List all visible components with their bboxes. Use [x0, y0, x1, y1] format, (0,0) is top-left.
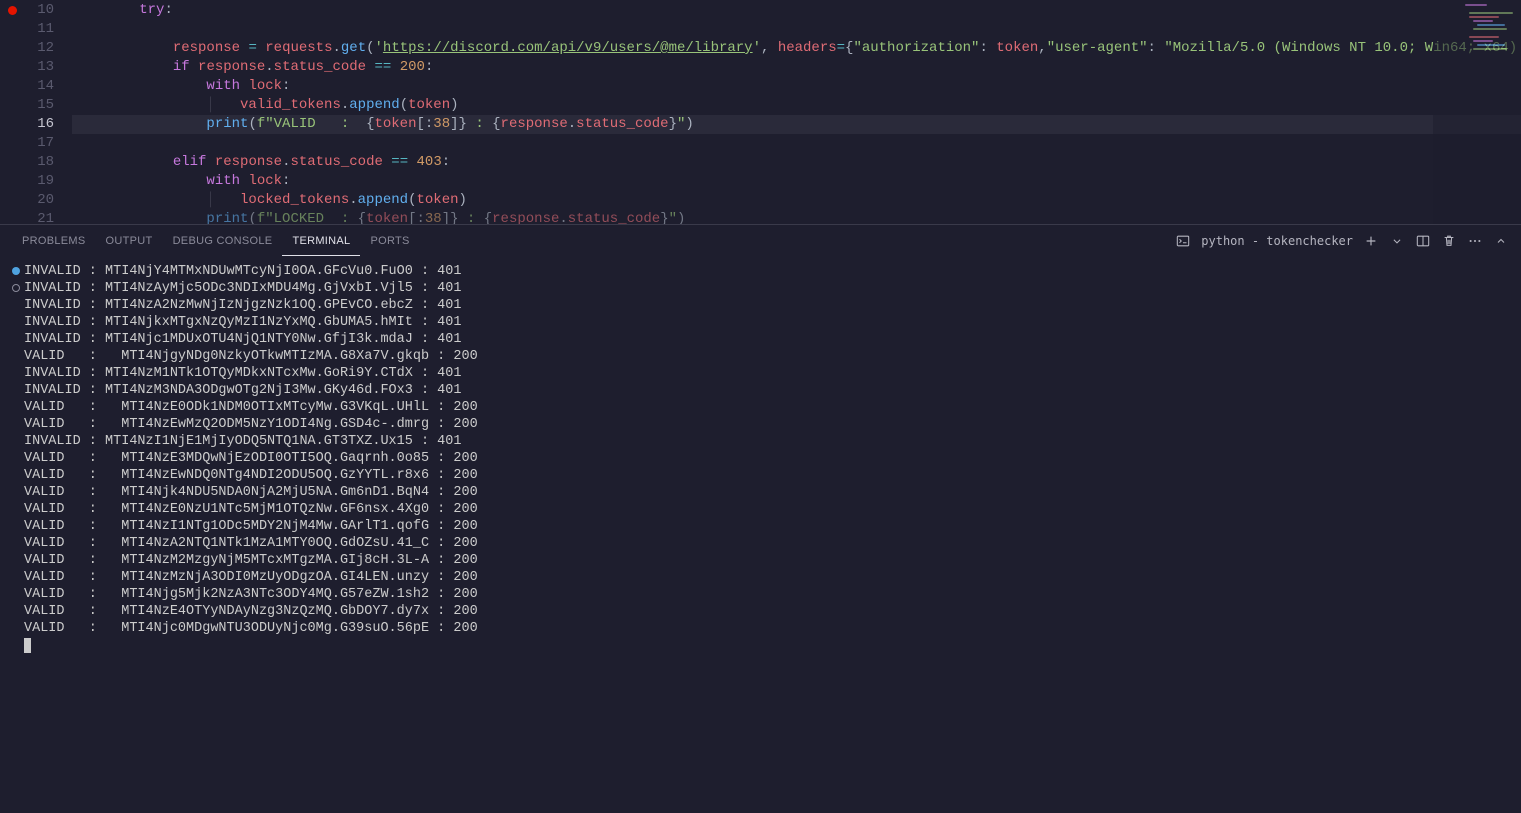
code-line[interactable]: if response.status_code == 200:: [72, 58, 1521, 77]
line-number[interactable]: 19: [0, 172, 54, 191]
panel-tabs: PROBLEMS OUTPUT DEBUG CONSOLE TERMINAL P…: [0, 225, 1521, 257]
maximize-panel-icon[interactable]: [1493, 233, 1509, 249]
code-editor[interactable]: 101112131415161718192021 try: response =…: [0, 0, 1521, 224]
terminal-output[interactable]: INVALID : MTI4NjY4MTMxNDUwMTcyNjI0OA.GFc…: [0, 257, 1521, 813]
line-number[interactable]: 13: [0, 58, 54, 77]
terminal-line: VALID : MTI4NzEwMzQ2ODM5NzY1ODI4Ng.GSD4c…: [12, 416, 1509, 433]
line-gutter[interactable]: 101112131415161718192021: [0, 0, 72, 224]
terminal-line: VALID : MTI4NzE0ODk1NDM0OTIxMTcyMw.G3VKq…: [12, 399, 1509, 416]
new-terminal-icon[interactable]: [1363, 233, 1379, 249]
terminal-line: VALID : MTI4NzEwNDQ0NTg4NDI2ODU5OQ.GzYYT…: [12, 467, 1509, 484]
line-number[interactable]: 20: [0, 191, 54, 210]
status-dot-icon: [12, 267, 20, 275]
tab-problems[interactable]: PROBLEMS: [12, 227, 96, 255]
terminal-cursor-line[interactable]: [12, 637, 1509, 654]
terminal-line: VALID : MTI4NzI1NTg1ODc5MDY2NjM4Mw.GArlT…: [12, 518, 1509, 535]
bottom-panel: PROBLEMS OUTPUT DEBUG CONSOLE TERMINAL P…: [0, 224, 1521, 813]
terminal-line: VALID : MTI4NjgyNDg0NzkyOTkwMTIzMA.G8Xa7…: [12, 348, 1509, 365]
terminal-line: VALID : MTI4Njk4NDU5NDA0NjA2MjU5NA.Gm6nD…: [12, 484, 1509, 501]
line-number[interactable]: 12: [0, 39, 54, 58]
line-number[interactable]: 15: [0, 96, 54, 115]
terminal-line: INVALID : MTI4NjkxMTgxNzQyMzI1NzYxMQ.GbU…: [12, 314, 1509, 331]
terminal-line: VALID : MTI4NzE0NzU1NTc5MjM1OTQzNw.GF6ns…: [12, 501, 1509, 518]
tab-ports[interactable]: PORTS: [360, 227, 419, 255]
code-line[interactable]: [72, 20, 1521, 39]
tab-debug-console[interactable]: DEBUG CONSOLE: [163, 227, 283, 255]
tab-output[interactable]: OUTPUT: [96, 227, 163, 255]
panel-toolbar: python - tokenchecker: [1175, 233, 1509, 249]
terminal-line: VALID : MTI4NzM2MzgyNjM5MTcxMTgzMA.GIj8c…: [12, 552, 1509, 569]
line-number[interactable]: 14: [0, 77, 54, 96]
code-line[interactable]: elif response.status_code == 403:: [72, 153, 1521, 172]
code-line[interactable]: │ valid_tokens.append(token): [72, 96, 1521, 115]
line-number[interactable]: 17: [0, 134, 54, 153]
terminal-line: INVALID : MTI4NzM1NTk1OTQyMDkxNTcxMw.GoR…: [12, 365, 1509, 382]
minimap[interactable]: [1433, 0, 1521, 224]
code-line[interactable]: print(f"LOCKED : {token[:38]} : {respons…: [72, 210, 1521, 224]
terminal-line: INVALID : MTI4Njc1MDUxOTU4NjQ1NTY0Nw.Gfj…: [12, 331, 1509, 348]
split-terminal-icon[interactable]: [1415, 233, 1431, 249]
terminal-line: VALID : MTI4Njg5Mjk2NzA3NTc3ODY4MQ.G57eZ…: [12, 586, 1509, 603]
chevron-down-icon[interactable]: [1389, 233, 1405, 249]
terminal-line: INVALID : MTI4NzI1NjE1MjIyODQ5NTQ1NA.GT3…: [12, 433, 1509, 450]
terminal-shell-icon: [1175, 233, 1191, 249]
breakpoint-icon[interactable]: [8, 6, 17, 15]
tab-terminal[interactable]: TERMINAL: [282, 227, 360, 256]
line-number[interactable]: 11: [0, 20, 54, 39]
code-line[interactable]: try:: [72, 1, 1521, 20]
line-number[interactable]: 10: [0, 1, 54, 20]
code-line[interactable]: with lock:: [72, 172, 1521, 191]
line-number[interactable]: 16: [0, 115, 54, 134]
terminal-line: VALID : MTI4Njc0MDgwNTU3ODUyNjc0Mg.G39su…: [12, 620, 1509, 637]
code-line[interactable]: [72, 134, 1521, 153]
terminal-line: INVALID : MTI4NzM3NDA3ODgwOTg2NjI3Mw.GKy…: [12, 382, 1509, 399]
code-line[interactable]: with lock:: [72, 77, 1521, 96]
line-number[interactable]: 18: [0, 153, 54, 172]
terminal-line: INVALID : MTI4NzA2NzMwNjIzNjgzNzk1OQ.GPE…: [12, 297, 1509, 314]
terminal-line: VALID : MTI4NzA2NTQ1NTk1MzA1MTY0OQ.GdOZs…: [12, 535, 1509, 552]
terminal-label: python - tokenchecker: [1201, 234, 1353, 248]
trash-icon[interactable]: [1441, 233, 1457, 249]
code-line[interactable]: │ locked_tokens.append(token): [72, 191, 1521, 210]
terminal-line: INVALID : MTI4NjY4MTMxNDUwMTcyNjI0OA.GFc…: [12, 263, 1509, 280]
terminal-line: VALID : MTI4NzMzNjA3ODI0MzUyODgzOA.GI4LE…: [12, 569, 1509, 586]
code-line[interactable]: response = requests.get('https://discord…: [72, 39, 1521, 58]
line-number[interactable]: 21: [0, 210, 54, 229]
terminal-line: VALID : MTI4NzE4OTYyNDAyNzg3NzQzMQ.GbDOY…: [12, 603, 1509, 620]
terminal-line: INVALID : MTI4NzAyMjc5ODc3NDIxMDU4Mg.GjV…: [12, 280, 1509, 297]
more-icon[interactable]: [1467, 233, 1483, 249]
cursor: [24, 638, 31, 653]
code-line[interactable]: print(f"VALID : {token[:38]} : {response…: [72, 115, 1521, 134]
code-content[interactable]: try: response = requests.get('https://di…: [72, 0, 1521, 224]
terminal-line: VALID : MTI4NzE3MDQwNjEzODI0OTI5OQ.Gaqrn…: [12, 450, 1509, 467]
status-dot-icon: [12, 284, 20, 292]
